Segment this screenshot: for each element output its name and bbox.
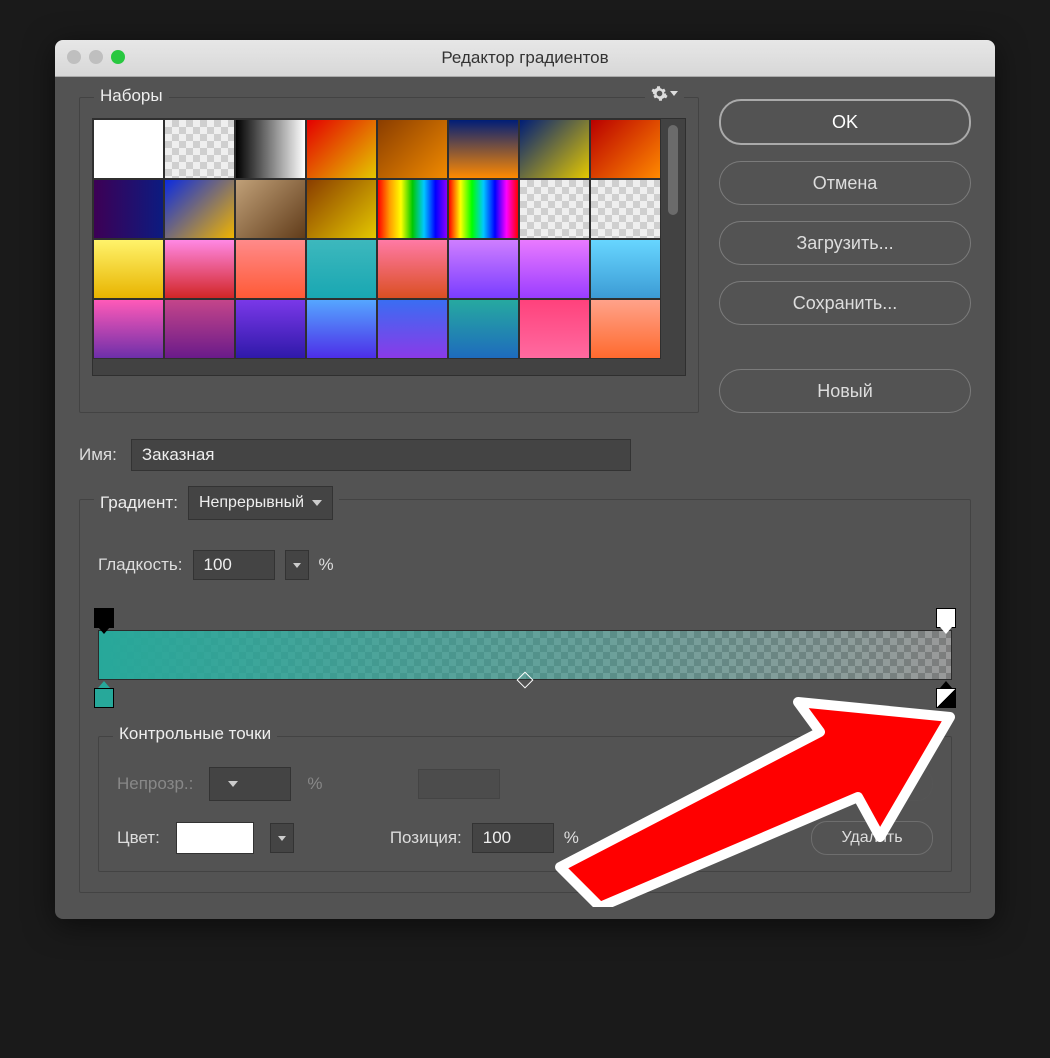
smoothness-stepper[interactable] — [285, 550, 309, 580]
color-swatch-menu[interactable] — [270, 823, 294, 853]
name-label: Имя: — [79, 445, 117, 465]
window-title: Редактор градиентов — [55, 48, 995, 68]
opacity-input — [209, 767, 291, 801]
preset-swatch[interactable] — [590, 299, 661, 359]
gradient-legend: Градиент: Непрерывный — [94, 486, 339, 520]
preset-swatch[interactable] — [448, 299, 519, 359]
preset-swatch[interactable] — [164, 119, 235, 179]
preset-swatch[interactable] — [93, 299, 164, 359]
preset-swatch[interactable] — [164, 179, 235, 239]
preset-swatch[interactable] — [306, 119, 377, 179]
preset-swatch[interactable] — [235, 119, 306, 179]
chevron-down-icon — [312, 500, 322, 506]
gradient-type-label: Градиент: — [100, 493, 178, 513]
load-button[interactable]: Загрузить... — [719, 221, 971, 265]
preset-swatch[interactable] — [93, 239, 164, 299]
window-controls — [67, 50, 125, 64]
close-icon[interactable] — [67, 50, 81, 64]
preset-swatch[interactable] — [448, 179, 519, 239]
preset-swatch[interactable] — [377, 299, 448, 359]
color-stop-right[interactable] — [936, 688, 956, 708]
color-swatch[interactable] — [176, 822, 254, 854]
gear-icon — [651, 85, 668, 102]
gradient-type-value: Непрерывный — [199, 494, 304, 512]
preset-swatch[interactable] — [306, 179, 377, 239]
gradient-bar[interactable] — [98, 610, 952, 706]
minimize-icon[interactable] — [89, 50, 103, 64]
color-pos-label: Позиция: — [390, 828, 462, 848]
color-stop-left[interactable] — [94, 688, 114, 708]
save-button[interactable]: Сохранить... — [719, 281, 971, 325]
preset-swatch[interactable] — [377, 119, 448, 179]
name-input[interactable] — [131, 439, 631, 471]
presets-menu-button[interactable] — [645, 85, 684, 102]
smoothness-unit: % — [319, 555, 334, 575]
opacity-unit: % — [307, 774, 322, 794]
new-button[interactable]: Новый — [719, 369, 971, 413]
color-pos-input[interactable]: 100 — [472, 823, 554, 853]
dialog-buttons: OK Отмена Загрузить... Сохранить... Новы… — [719, 97, 971, 413]
cancel-button[interactable]: Отмена — [719, 161, 971, 205]
preset-swatch[interactable] — [519, 299, 590, 359]
preset-swatch[interactable] — [306, 299, 377, 359]
stops-legend: Контрольные точки — [113, 724, 277, 744]
fullscreen-icon[interactable] — [111, 50, 125, 64]
chevron-down-icon — [228, 781, 238, 787]
chevron-down-icon — [278, 836, 286, 841]
opacity-label: Непрозр.: — [117, 774, 193, 794]
opacity-stop-left[interactable] — [94, 608, 114, 628]
preset-swatch[interactable] — [448, 119, 519, 179]
titlebar: Редактор градиентов — [55, 40, 995, 77]
preset-swatch[interactable] — [377, 239, 448, 299]
preset-swatch[interactable] — [377, 179, 448, 239]
preset-swatch[interactable] — [164, 239, 235, 299]
opacity-pos-input — [418, 769, 500, 799]
preset-swatch[interactable] — [519, 239, 590, 299]
preset-swatch[interactable] — [306, 239, 377, 299]
delete-opacity-stop-button: Удалить — [811, 767, 933, 801]
scrollbar-thumb[interactable] — [668, 125, 678, 215]
smoothness-label: Гладкость: — [98, 555, 183, 575]
presets-legend: Наборы — [94, 86, 169, 106]
preset-swatch[interactable] — [164, 299, 235, 359]
chevron-down-icon — [293, 563, 301, 568]
gradient-editor-window: Редактор градиентов Наборы — [55, 40, 995, 919]
preset-swatch[interactable] — [235, 179, 306, 239]
gradient-type-select[interactable]: Непрерывный — [188, 486, 333, 520]
delete-color-stop-button[interactable]: Удалить — [811, 821, 933, 855]
gradient-fieldset: Градиент: Непрерывный Гладкость: 100 % — [79, 499, 971, 893]
presets-scrollbar[interactable] — [661, 119, 685, 375]
preset-swatch[interactable] — [235, 239, 306, 299]
preset-swatch[interactable] — [590, 179, 661, 239]
preset-swatch[interactable] — [93, 119, 164, 179]
ok-button[interactable]: OK — [719, 99, 971, 145]
preset-swatch[interactable] — [590, 239, 661, 299]
preset-swatch[interactable] — [93, 179, 164, 239]
smoothness-input[interactable]: 100 — [193, 550, 275, 580]
preset-swatch[interactable] — [235, 299, 306, 359]
preset-swatch[interactable] — [448, 239, 519, 299]
opacity-stop-right[interactable] — [936, 608, 956, 628]
color-pos-unit: % — [564, 828, 579, 848]
presets-grid — [93, 119, 661, 375]
chevron-down-icon — [670, 91, 678, 96]
color-label: Цвет: — [117, 828, 160, 848]
presets-panel: Наборы — [79, 97, 699, 413]
preset-swatch[interactable] — [590, 119, 661, 179]
preset-swatch[interactable] — [519, 119, 590, 179]
preset-swatch[interactable] — [519, 179, 590, 239]
stops-panel: Контрольные точки Непрозр.: % — [98, 736, 952, 872]
